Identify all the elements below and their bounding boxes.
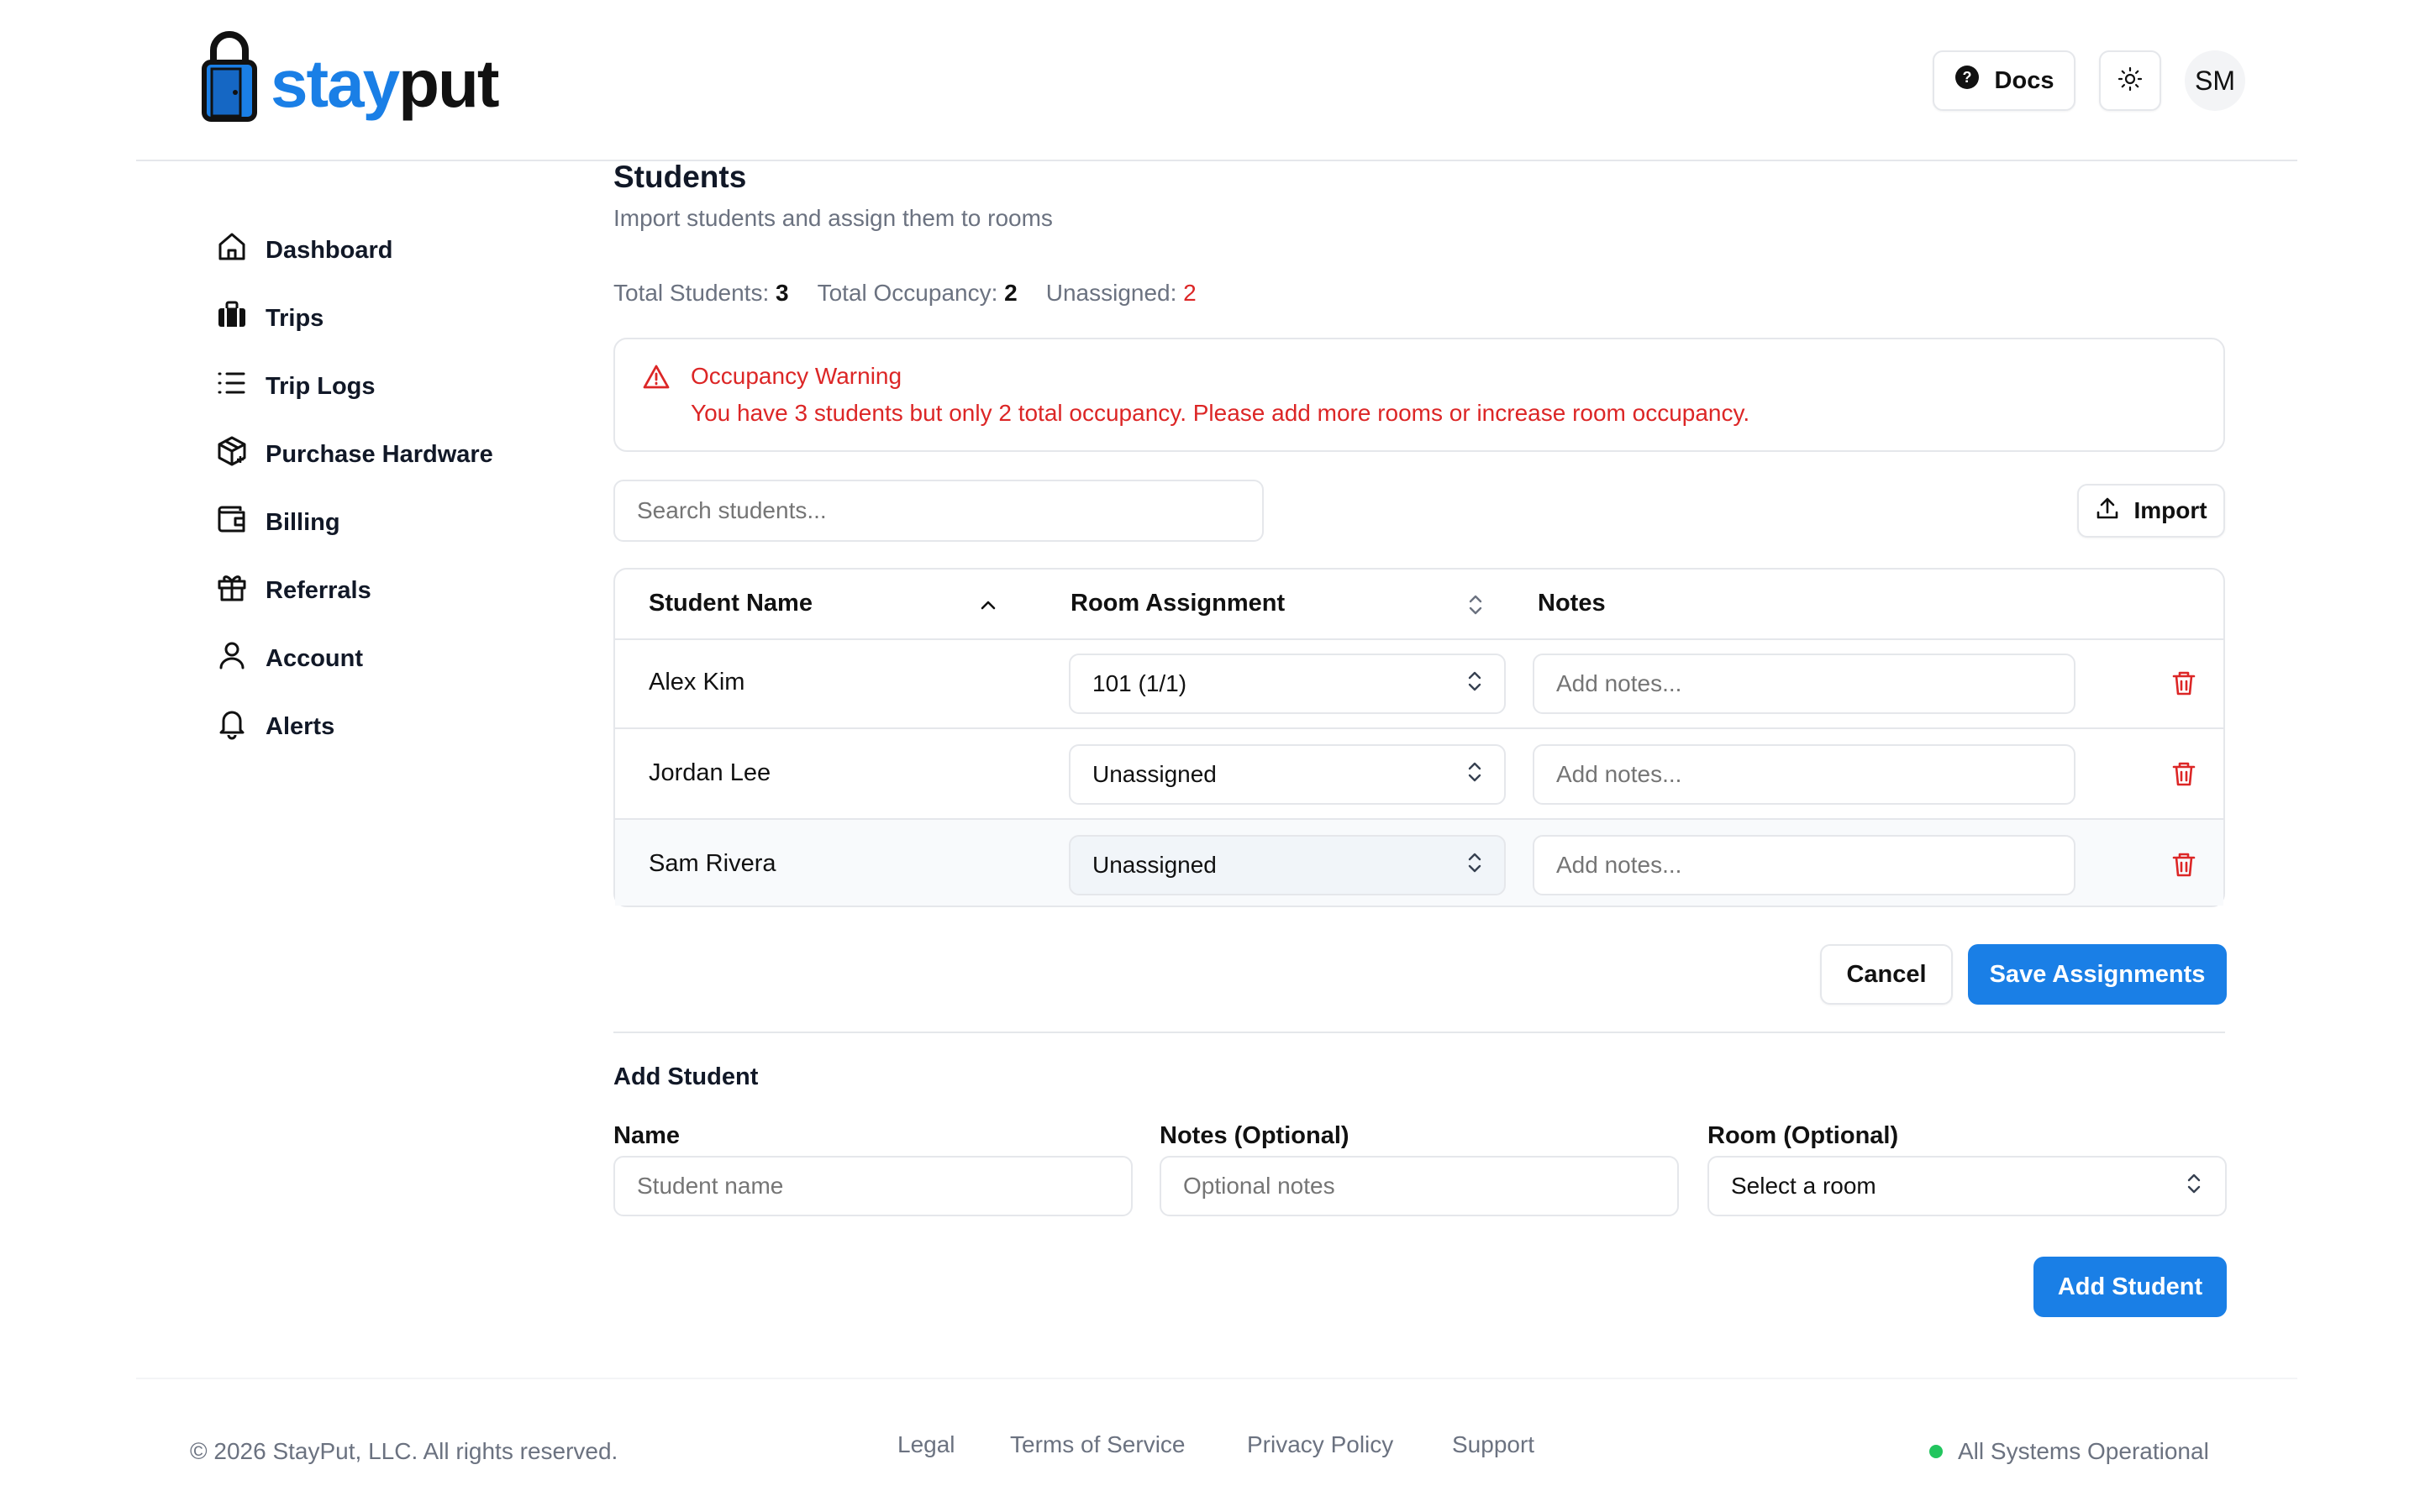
room-select-value: Unassigned [1092, 761, 1217, 787]
status-dot-icon [1929, 1445, 1943, 1458]
sidebar-item-billing[interactable]: Billing [215, 497, 340, 548]
sidebar-item-trip-logs[interactable]: Trip Logs [215, 361, 376, 412]
svg-text:?: ? [1962, 69, 1971, 86]
theme-toggle-button[interactable] [2099, 50, 2161, 111]
stat-unassigned: Unassigned: 2 [1045, 280, 1197, 306]
stat-total-occupancy: Total Occupancy: 2 [817, 280, 1018, 306]
sidebar-item-label: Dashboard [266, 236, 393, 264]
student-name-cell: Jordan Lee [649, 759, 771, 786]
luggage-icon [215, 298, 249, 339]
column-header-student-name[interactable]: Student Name [649, 590, 813, 617]
trash-icon[interactable] [2170, 850, 2198, 879]
chevrons-up-down-icon [2183, 1171, 2205, 1202]
column-header-notes: Notes [1538, 590, 1606, 617]
help-circle-icon: ? [1954, 65, 1980, 97]
sidebar-item-dashboard[interactable]: Dashboard [215, 225, 392, 276]
sort-icon[interactable] [1464, 591, 1487, 622]
cancel-button[interactable]: Cancel [1820, 944, 1953, 1005]
row-divider [615, 727, 2223, 729]
sidebar-item-alerts[interactable]: Alerts [215, 701, 334, 752]
chevrons-up-down-icon [1464, 759, 1486, 790]
row-divider [615, 638, 2223, 640]
search-input[interactable] [613, 480, 1264, 542]
brand-logo[interactable]: stayput [271, 42, 500, 126]
trash-icon[interactable] [2170, 759, 2198, 788]
docs-button[interactable]: ? Docs [1933, 50, 2075, 111]
save-assignments-button[interactable]: Save Assignments [1968, 944, 2227, 1005]
sidebar-item-label: Referrals [266, 576, 371, 604]
docs-label: Docs [1994, 66, 2054, 94]
list-icon [215, 366, 249, 407]
student-name-field[interactable] [613, 1156, 1133, 1216]
sidebar-item-referrals[interactable]: Referrals [215, 565, 371, 616]
upload-icon [2095, 496, 2120, 527]
notes-input[interactable] [1533, 835, 2075, 895]
trash-icon[interactable] [2170, 669, 2198, 697]
footer-link-privacy[interactable]: Privacy Policy [1247, 1431, 1393, 1458]
bell-icon [215, 706, 249, 747]
brand-name-part1: stay [271, 46, 400, 121]
occupancy-warning-alert [613, 338, 2225, 452]
room-select[interactable]: Unassigned [1069, 835, 1506, 895]
sidebar-item-label: Trip Logs [266, 372, 376, 400]
user-icon [215, 638, 249, 679]
sidebar-item-account[interactable]: Account [215, 633, 363, 684]
footer-divider [136, 1378, 2297, 1379]
status-label: All Systems Operational [1958, 1438, 2209, 1464]
import-button[interactable]: Import [2077, 484, 2225, 538]
notes-label: Notes (Optional) [1160, 1122, 1349, 1149]
section-divider [613, 1032, 2225, 1033]
notes-input[interactable] [1533, 654, 2075, 714]
student-name-cell: Alex Kim [649, 669, 745, 696]
room-select[interactable]: 101 (1/1) [1069, 654, 1506, 714]
notes-field[interactable] [1160, 1156, 1679, 1216]
sidebar-item-purchase-hardware[interactable]: Purchase Hardware [215, 429, 493, 480]
gift-icon [215, 570, 249, 611]
avatar[interactable]: SM [2185, 50, 2245, 111]
add-student-button[interactable]: Add Student [2033, 1257, 2227, 1317]
page-subtitle: Import students and assign them to rooms [613, 205, 1053, 231]
home-icon [215, 230, 249, 270]
add-student-title: Add Student [613, 1063, 759, 1090]
stats-bar: Total Students: 3 Total Occupancy: 2 Una… [613, 280, 1197, 307]
student-name-cell: Sam Rivera [649, 850, 776, 877]
footer-link-legal[interactable]: Legal [897, 1431, 955, 1458]
import-label: Import [2133, 497, 2207, 523]
notes-input[interactable] [1533, 744, 2075, 805]
room-select[interactable]: Unassigned [1069, 744, 1506, 805]
lock-icon [202, 25, 257, 123]
wallet-icon [215, 502, 249, 543]
package-plus-icon [215, 434, 249, 475]
sidebar-item-label: Purchase Hardware [266, 440, 493, 468]
footer-link-terms[interactable]: Terms of Service [1010, 1431, 1186, 1458]
warning-title: Occupancy Warning [691, 363, 902, 389]
chevrons-up-down-icon [1464, 669, 1486, 700]
chevron-up-icon[interactable] [976, 593, 1000, 621]
chevrons-up-down-icon [1464, 850, 1486, 881]
sidebar-item-label: Billing [266, 508, 340, 536]
page-title: Students [613, 160, 747, 194]
brand-name-part2: put [398, 46, 499, 121]
sidebar-item-label: Alerts [266, 712, 335, 740]
room-select-value: Select a room [1731, 1173, 1876, 1199]
room-label: Room (Optional) [1707, 1122, 1899, 1149]
room-select-value: Unassigned [1092, 852, 1217, 878]
copyright: © 2026 StayPut, LLC. All rights reserved… [190, 1438, 618, 1464]
header-divider [136, 160, 2297, 161]
sun-icon [2117, 66, 2144, 97]
warning-message: You have 3 students but only 2 total occ… [691, 400, 1750, 426]
column-header-room-assignment[interactable]: Room Assignment [1071, 590, 1285, 617]
sidebar-item-trips[interactable]: Trips [215, 293, 324, 344]
alert-triangle-icon [642, 363, 671, 391]
sidebar-item-label: Trips [266, 304, 324, 332]
footer-link-support[interactable]: Support [1452, 1431, 1534, 1458]
room-select-value: 101 (1/1) [1092, 670, 1187, 696]
sidebar-item-label: Account [266, 644, 363, 672]
row-divider [615, 818, 2223, 820]
name-label: Name [613, 1122, 680, 1149]
stat-total-students: Total Students: 3 [613, 280, 789, 306]
system-status[interactable]: All Systems Operational [1929, 1438, 2209, 1465]
room-select-field[interactable]: Select a room [1707, 1156, 2227, 1216]
